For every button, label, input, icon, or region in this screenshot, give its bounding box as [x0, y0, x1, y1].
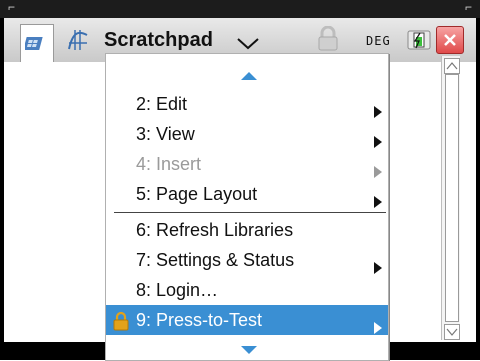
scroll-down-arrow-icon[interactable] — [240, 342, 258, 360]
graph-scratchpad-icon[interactable] — [62, 24, 94, 56]
menu-item-login[interactable]: 8: Login… — [106, 275, 388, 305]
scrollbar-track[interactable] — [445, 74, 459, 322]
menu-item-page-layout[interactable]: 5: Page Layout — [106, 179, 388, 209]
lock-icon — [112, 310, 130, 340]
menu-item-edit[interactable]: 2: Edit — [106, 89, 388, 119]
scroll-up-button[interactable] — [444, 58, 460, 74]
menu-separator — [114, 212, 386, 213]
close-icon — [444, 34, 456, 46]
menu-item-refresh-libraries[interactable]: 6: Refresh Libraries — [106, 215, 388, 245]
calculator-scratchpad-icon[interactable] — [20, 24, 54, 63]
menu-item-settings-status[interactable]: 7: Settings & Status — [106, 245, 388, 275]
menu-item-press-to-test[interactable]: 9: Press-to-Test — [106, 305, 388, 335]
top-left-glyph-icon: ⌐ — [8, 0, 16, 14]
scroll-down-button[interactable] — [444, 324, 460, 340]
angle-mode-indicator: DEG — [366, 34, 391, 48]
scrollbar[interactable] — [441, 56, 460, 340]
close-button[interactable] — [436, 26, 464, 54]
menu-item-insert: 4: Insert — [106, 149, 388, 179]
menu-item-view[interactable]: 3: View — [106, 119, 388, 149]
submenu-arrow-icon — [373, 188, 383, 218]
submenu-arrow-icon — [373, 314, 383, 344]
tab-title: Scratchpad — [104, 29, 213, 51]
scroll-up-arrow-icon[interactable] — [240, 68, 258, 86]
battery-icon — [404, 28, 432, 57]
top-strip: ⌐ ⌐ — [0, 0, 480, 18]
context-menu: 2: Edit 3: View 4: Insert 5: Page Layout… — [105, 53, 389, 361]
top-right-glyph-icon: ⌐ — [464, 0, 472, 14]
